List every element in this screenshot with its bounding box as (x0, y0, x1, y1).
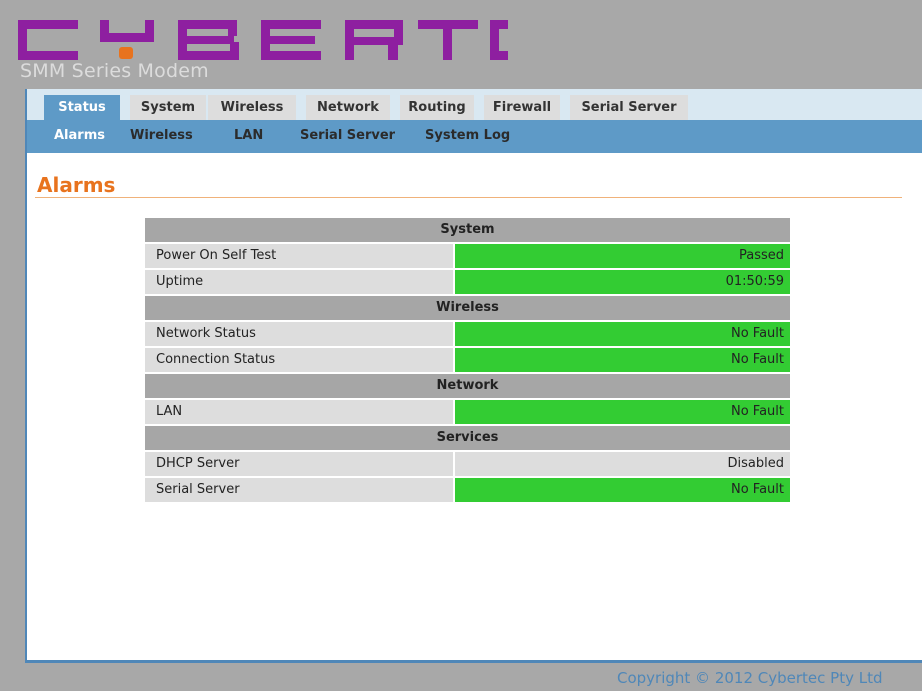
tab-wireless[interactable]: Wireless (208, 95, 296, 120)
table-row: Serial Server No Fault (145, 478, 790, 502)
subnav-serial-server[interactable]: Serial Server (300, 120, 395, 151)
tab-firewall[interactable]: Firewall (484, 95, 560, 120)
main-tabs: Status System Wireless Network Routing F… (27, 89, 922, 120)
alarm-status-value: No Fault (455, 348, 790, 372)
tab-status[interactable]: Status (44, 95, 120, 120)
alarm-label: Uptime (145, 270, 453, 294)
alarms-table: System Power On Self Test Passed Uptime … (145, 218, 790, 504)
header: SMM Series Modem (0, 0, 922, 90)
alarm-label: Connection Status (145, 348, 453, 372)
table-row: Network Status No Fault (145, 322, 790, 346)
section-header-system: System (145, 218, 790, 242)
alarm-status-value: 01:50:59 (455, 270, 790, 294)
main-panel: Status System Wireless Network Routing F… (25, 89, 922, 663)
title-divider (35, 197, 902, 198)
alarm-status-value: Passed (455, 244, 790, 268)
section-header-wireless: Wireless (145, 296, 790, 320)
table-row: Power On Self Test Passed (145, 244, 790, 268)
subnav-lan[interactable]: LAN (234, 120, 263, 151)
subnav-system-log[interactable]: System Log (425, 120, 510, 151)
sub-navigation: Alarms Wireless LAN Serial Server System… (27, 120, 922, 153)
alarm-status-value: No Fault (455, 400, 790, 424)
tab-system[interactable]: System (130, 95, 206, 120)
alarm-status-value: No Fault (455, 322, 790, 346)
copyright-footer: Copyright © 2012 Cybertec Pty Ltd (617, 669, 883, 687)
table-row: Uptime 01:50:59 (145, 270, 790, 294)
alarm-label: LAN (145, 400, 453, 424)
alarm-label: Network Status (145, 322, 453, 346)
alarm-label: Serial Server (145, 478, 453, 502)
tab-routing[interactable]: Routing (400, 95, 474, 120)
subnav-wireless[interactable]: Wireless (130, 120, 193, 151)
table-row: LAN No Fault (145, 400, 790, 424)
page-title: Alarms (37, 173, 116, 197)
subtitle: SMM Series Modem (20, 60, 209, 82)
alarm-status-value: Disabled (455, 452, 790, 476)
alarm-status-value: No Fault (455, 478, 790, 502)
cybertec-logo (18, 20, 508, 60)
section-header-network: Network (145, 374, 790, 398)
alarm-label: DHCP Server (145, 452, 453, 476)
alarm-label: Power On Self Test (145, 244, 453, 268)
tab-serial-server[interactable]: Serial Server (570, 95, 688, 120)
table-row: DHCP Server Disabled (145, 452, 790, 476)
subnav-alarms[interactable]: Alarms (54, 120, 105, 151)
tab-network[interactable]: Network (306, 95, 390, 120)
table-row: Connection Status No Fault (145, 348, 790, 372)
section-header-services: Services (145, 426, 790, 450)
